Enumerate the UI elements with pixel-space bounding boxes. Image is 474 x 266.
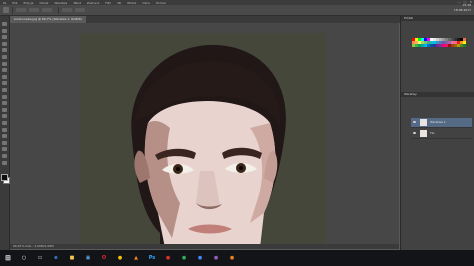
menu-item[interactable]: Edycja	[21, 1, 37, 5]
options-bar	[0, 5, 474, 16]
document-canvas[interactable]	[80, 33, 326, 244]
photoshop-icon[interactable]: Ps	[148, 254, 156, 262]
document-tab[interactable]: konturowka.jpg @ 66,7% (Warstwa 1, RGB/8…	[10, 16, 86, 23]
canvas-area[interactable]	[10, 23, 399, 244]
layer-thumbnail	[420, 130, 427, 137]
explorer-icon[interactable]: ■	[68, 254, 76, 262]
app-purple-icon[interactable]: ●	[212, 254, 220, 262]
menu-item[interactable]: 3D	[114, 1, 124, 5]
tool-icon[interactable]	[2, 127, 7, 132]
option-control[interactable]	[16, 8, 26, 12]
task-view-icon[interactable]: ▭	[36, 254, 44, 262]
portrait-artwork	[131, 44, 286, 244]
document-tab-bar: konturowka.jpg @ 66,7% (Warstwa 1, RGB/8…	[10, 16, 400, 23]
app-green-icon[interactable]: ●	[180, 254, 188, 262]
right-panels: Próbki Warstwy Warstwa 1 Tło	[400, 16, 474, 250]
tool-icon[interactable]	[2, 68, 7, 73]
menu-item[interactable]: Okno	[139, 1, 153, 5]
clock-date: 18.08.2017	[453, 8, 471, 12]
visibility-eye-icon[interactable]	[413, 121, 416, 123]
layer-name: Tło	[430, 131, 435, 135]
swatches-grid	[412, 38, 466, 47]
app-blue-icon[interactable]: ●	[196, 254, 204, 262]
menu-item[interactable]: Widok	[124, 1, 139, 5]
foreground-color-swatch[interactable]	[1, 174, 8, 181]
menu-item[interactable]: Obraz	[36, 1, 51, 5]
menu-item[interactable]: Warstwa	[51, 1, 70, 5]
search-icon[interactable]: ○	[20, 254, 28, 262]
layer-row[interactable]: Tło	[411, 129, 472, 139]
chrome-icon[interactable]: ●	[116, 254, 124, 262]
vlc-icon[interactable]: ▲	[132, 254, 140, 262]
menu-item[interactable]: Tekst	[70, 1, 84, 5]
tool-icon[interactable]	[2, 88, 7, 92]
layer-thumbnail	[420, 119, 427, 126]
tool-icon[interactable]	[2, 160, 7, 165]
layer-name: Warstwa 1	[430, 120, 446, 124]
tool-icon[interactable]	[2, 107, 7, 112]
tool-icon[interactable]	[2, 55, 7, 59]
menu-item[interactable]: Ps	[0, 1, 9, 5]
tool-icon[interactable]	[2, 35, 7, 40]
layers-panel-header[interactable]: Warstwy	[401, 92, 474, 97]
app-red-icon[interactable]: ●	[164, 254, 172, 262]
tool-icon[interactable]	[2, 81, 7, 86]
app-orange-icon[interactable]: ●	[228, 254, 236, 262]
store-icon[interactable]: ▣	[84, 254, 92, 262]
layer-row[interactable]: Warstwa 1	[411, 118, 472, 128]
tool-icon[interactable]	[2, 147, 7, 152]
divider	[58, 6, 59, 14]
menu-item[interactable]: Zaznacz	[84, 1, 102, 5]
tool-icon[interactable]	[2, 28, 7, 33]
tool-icon[interactable]	[2, 121, 7, 125]
color-swatch[interactable]	[463, 44, 466, 47]
system-tray-clock[interactable]: 15:38 18.08.2017	[454, 3, 471, 13]
current-tool-icon[interactable]	[3, 7, 9, 13]
swatches-panel-header[interactable]: Próbki	[401, 16, 474, 21]
tool-icon[interactable]	[2, 94, 7, 99]
swatches-panel-title: Próbki	[404, 16, 414, 20]
visibility-eye-icon[interactable]	[413, 132, 416, 134]
option-control[interactable]	[62, 8, 72, 12]
layers-panel-title: Warstwy	[404, 92, 417, 96]
tool-icon[interactable]	[2, 74, 7, 79]
windows-taskbar: ⊞ ○ ▭ e ■ ▣ O ● ▲ Ps ● ● ● ● ●	[0, 250, 474, 266]
opera-icon[interactable]: O	[100, 254, 108, 262]
tool-icon[interactable]	[2, 61, 7, 66]
start-button[interactable]: ⊞	[4, 254, 12, 262]
status-text: 66,67% Dok.: 2,06M/2,06M	[13, 244, 54, 248]
tool-icon[interactable]	[2, 41, 7, 46]
option-control[interactable]	[29, 8, 39, 12]
menu-item[interactable]: Filtr	[102, 1, 114, 5]
tool-icon[interactable]	[2, 134, 7, 139]
option-control[interactable]	[75, 8, 85, 12]
menu-item[interactable]: Pomoc	[153, 1, 169, 5]
divider	[12, 6, 13, 14]
tool-icon[interactable]	[2, 154, 7, 158]
tool-icon[interactable]	[2, 101, 7, 106]
status-bar: 66,67% Dok.: 2,06M/2,06M	[10, 244, 399, 249]
option-control[interactable]	[42, 8, 52, 12]
tool-icon[interactable]	[2, 22, 7, 26]
tools-panel	[0, 16, 10, 250]
tool-icon[interactable]	[2, 140, 7, 145]
menu-item[interactable]: Plik	[9, 1, 20, 5]
tool-icon[interactable]	[2, 114, 7, 119]
edge-icon[interactable]: e	[52, 254, 60, 262]
tool-icon[interactable]	[2, 48, 7, 53]
